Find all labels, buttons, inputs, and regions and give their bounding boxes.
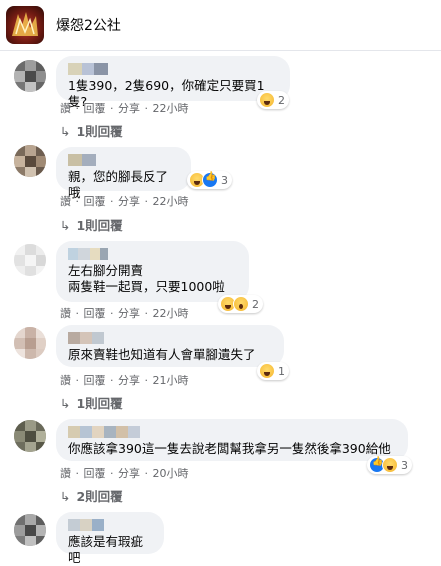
commenter-name[interactable]: [68, 426, 396, 438]
reaction-summary[interactable]: 3: [187, 171, 232, 189]
avatar[interactable]: [14, 145, 46, 177]
reply-arrow-icon: ↳: [60, 124, 71, 139]
comment-actions: 讚 · 回覆 · 分享 · 20小時: [60, 467, 189, 480]
reply-link[interactable]: 回覆: [84, 307, 106, 320]
like-link[interactable]: 讚: [60, 374, 71, 387]
reaction-summary[interactable]: 1: [257, 362, 289, 380]
commenter-name[interactable]: [68, 519, 152, 531]
share-link[interactable]: 分享: [118, 195, 140, 208]
reply-link[interactable]: 回覆: [84, 102, 106, 115]
comment-actions: 讚 · 回覆 · 分享 · 22小時: [60, 307, 189, 320]
like-link[interactable]: 讚: [60, 307, 71, 320]
page-title[interactable]: 爆怨2公社: [56, 15, 121, 35]
reply-arrow-icon: ↳: [60, 489, 71, 504]
like-link[interactable]: 讚: [60, 467, 71, 480]
wow-icon: [233, 296, 249, 312]
like-link[interactable]: 讚: [60, 195, 71, 208]
avatar[interactable]: [14, 327, 46, 359]
page-avatar[interactable]: [6, 6, 44, 44]
comment-text: 你應該拿390這一隻去說老闆幫我拿另一隻然後拿390給他: [68, 441, 391, 456]
haha-icon: [382, 457, 398, 473]
comment-text: 原來賣鞋也知道有人會單腳遺失了: [68, 347, 256, 362]
like-link[interactable]: 讚: [60, 102, 71, 115]
reaction-summary[interactable]: 2: [257, 91, 289, 109]
view-replies-link[interactable]: ↳ 1則回覆: [60, 121, 123, 140]
comment-timestamp[interactable]: 22小時: [153, 307, 189, 320]
share-link[interactable]: 分享: [118, 102, 140, 115]
reaction-count: 3: [401, 458, 408, 472]
reaction-count: 1: [278, 364, 285, 378]
avatar[interactable]: [14, 244, 46, 276]
reaction-summary[interactable]: 3: [367, 456, 412, 474]
comment-timestamp[interactable]: 21小時: [153, 374, 189, 387]
comment-actions: 讚 · 回覆 · 分享 · 21小時: [60, 374, 189, 387]
view-replies-link[interactable]: ↳ 1則回覆: [60, 215, 123, 234]
comment-bubble: 左右腳分開賣 兩隻鞋一起買，只要1000啦: [56, 241, 249, 302]
comment-bubble: 應該是有瑕疵吧: [56, 512, 164, 565]
comment-timestamp[interactable]: 22小時: [153, 102, 189, 115]
reply-link[interactable]: 回覆: [84, 467, 106, 480]
share-link[interactable]: 分享: [118, 307, 140, 320]
reaction-count: 2: [252, 297, 259, 311]
comment-actions: 讚 · 回覆 · 分享 · 22小時: [60, 102, 189, 115]
comment-actions: 讚 · 回覆 · 分享 · 22小時: [60, 195, 189, 208]
view-replies-link[interactable]: ↳ 1則回覆: [60, 393, 123, 412]
comment-bubble: 原來賣鞋也知道有人會單腳遺失了: [56, 325, 284, 367]
view-replies-link[interactable]: ↳ 2則回覆: [60, 486, 123, 505]
like-icon: [202, 172, 218, 188]
comment-bubble: 親，您的腳長反了哦: [56, 147, 191, 200]
avatar[interactable]: [14, 420, 46, 452]
reply-link[interactable]: 回覆: [84, 195, 106, 208]
share-link[interactable]: 分享: [118, 374, 140, 387]
page-logo-icon: [12, 12, 38, 36]
commenter-name[interactable]: [68, 154, 179, 166]
avatar[interactable]: [14, 514, 46, 546]
comment-timestamp[interactable]: 20小時: [153, 467, 189, 480]
share-link[interactable]: 分享: [118, 467, 140, 480]
reaction-count: 3: [221, 173, 228, 187]
comment-text: 應該是有瑕疵吧: [68, 534, 144, 565]
comment-bubble: 1隻390，2隻690，你確定只要買1隻?: [56, 56, 290, 109]
commenter-name[interactable]: [68, 63, 278, 75]
commenter-name[interactable]: [68, 248, 237, 260]
reaction-summary[interactable]: 2: [218, 295, 263, 313]
haha-icon: [259, 92, 275, 108]
comment-timestamp[interactable]: 22小時: [153, 195, 189, 208]
comment-text: 左右腳分開賣 兩隻鞋一起買，只要1000啦: [68, 263, 225, 294]
haha-icon: [259, 363, 275, 379]
reply-arrow-icon: ↳: [60, 218, 71, 233]
comment-bubble: 你應該拿390這一隻去說老闆幫我拿另一隻然後拿390給他: [56, 419, 408, 461]
reply-link[interactable]: 回覆: [84, 374, 106, 387]
reaction-count: 2: [278, 93, 285, 107]
reply-arrow-icon: ↳: [60, 396, 71, 411]
commenter-name[interactable]: [68, 332, 272, 344]
page-header: 爆怨2公社: [0, 0, 441, 51]
avatar[interactable]: [14, 60, 46, 92]
